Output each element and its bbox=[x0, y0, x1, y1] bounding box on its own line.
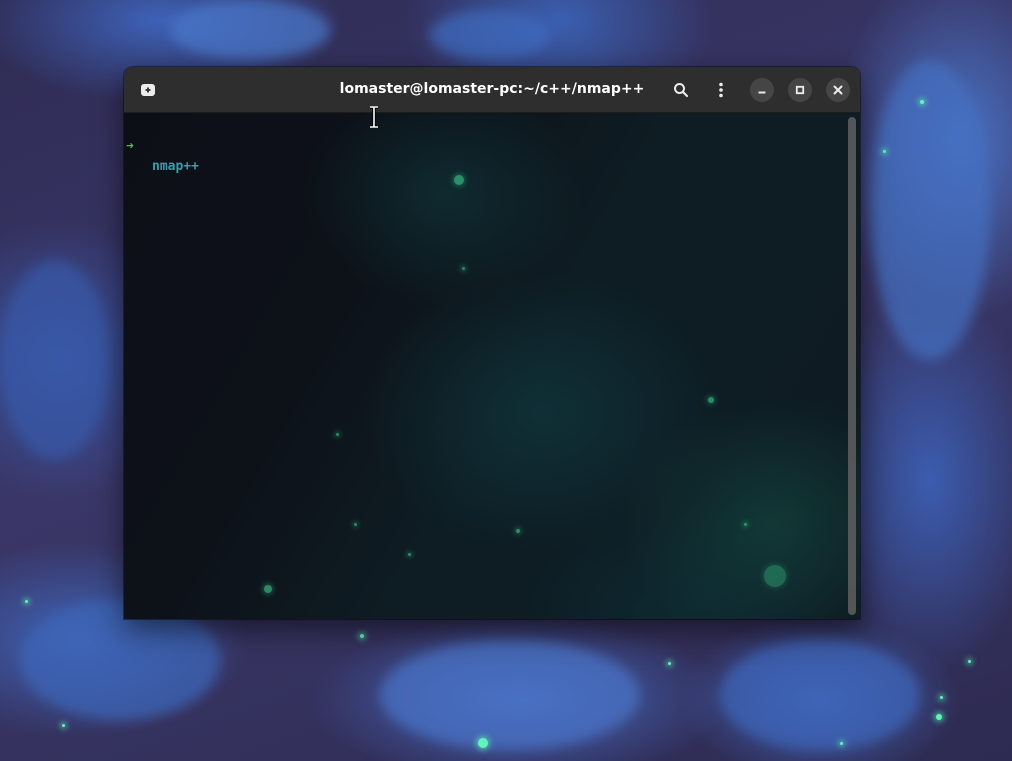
sparkle bbox=[25, 600, 28, 603]
sparkle bbox=[360, 634, 364, 638]
background-glow bbox=[408, 553, 411, 556]
background-glow bbox=[764, 565, 786, 587]
sparkle bbox=[883, 150, 886, 153]
prompt-arrow-icon: ➜ bbox=[126, 139, 134, 154]
text-cursor-icon bbox=[370, 106, 378, 128]
new-tab-button[interactable] bbox=[136, 78, 160, 102]
terminal-window[interactable]: lomaster@lomaster-pc:~/c++/nmap++ ➜ nmap… bbox=[124, 67, 860, 619]
background-glow bbox=[744, 523, 747, 526]
wallpaper-swirl bbox=[170, 0, 330, 60]
maximize-icon bbox=[795, 85, 805, 95]
wallpaper-swirl bbox=[430, 10, 550, 60]
kebab-menu-icon bbox=[719, 82, 723, 98]
wallpaper-swirl bbox=[0, 260, 110, 460]
current-directory: nmap++ bbox=[152, 159, 199, 174]
sparkle bbox=[920, 100, 924, 104]
sparkle bbox=[478, 738, 488, 748]
background-glow bbox=[462, 267, 465, 270]
wallpaper-swirl bbox=[870, 60, 990, 360]
minimize-icon bbox=[758, 91, 766, 94]
close-icon bbox=[833, 85, 843, 95]
maximize-button[interactable] bbox=[788, 78, 812, 102]
minimize-button[interactable] bbox=[750, 78, 774, 102]
sparkle bbox=[968, 660, 971, 663]
sparkle bbox=[62, 724, 65, 727]
background-glow bbox=[354, 523, 357, 526]
background-glow bbox=[264, 585, 272, 593]
close-button[interactable] bbox=[826, 78, 850, 102]
background-glow bbox=[454, 175, 464, 185]
background-glow bbox=[336, 433, 339, 436]
background-glow bbox=[516, 529, 520, 533]
search-icon bbox=[674, 83, 689, 98]
prompt-line: ➜ nmap++ bbox=[124, 117, 199, 174]
wallpaper-swirl bbox=[380, 640, 640, 750]
search-button[interactable] bbox=[669, 78, 693, 102]
sparkle bbox=[940, 696, 943, 699]
wallpaper-swirl bbox=[720, 640, 920, 750]
new-tab-icon bbox=[141, 84, 155, 96]
title-bar[interactable]: lomaster@lomaster-pc:~/c++/nmap++ bbox=[124, 67, 860, 113]
sparkle bbox=[936, 714, 942, 720]
vertical-scrollbar[interactable] bbox=[848, 117, 856, 615]
background-glow bbox=[708, 397, 714, 403]
menu-button[interactable] bbox=[709, 78, 733, 102]
terminal-output-area[interactable]: ➜ nmap++ bbox=[124, 113, 860, 619]
sparkle bbox=[840, 742, 843, 745]
sparkle bbox=[668, 662, 671, 665]
